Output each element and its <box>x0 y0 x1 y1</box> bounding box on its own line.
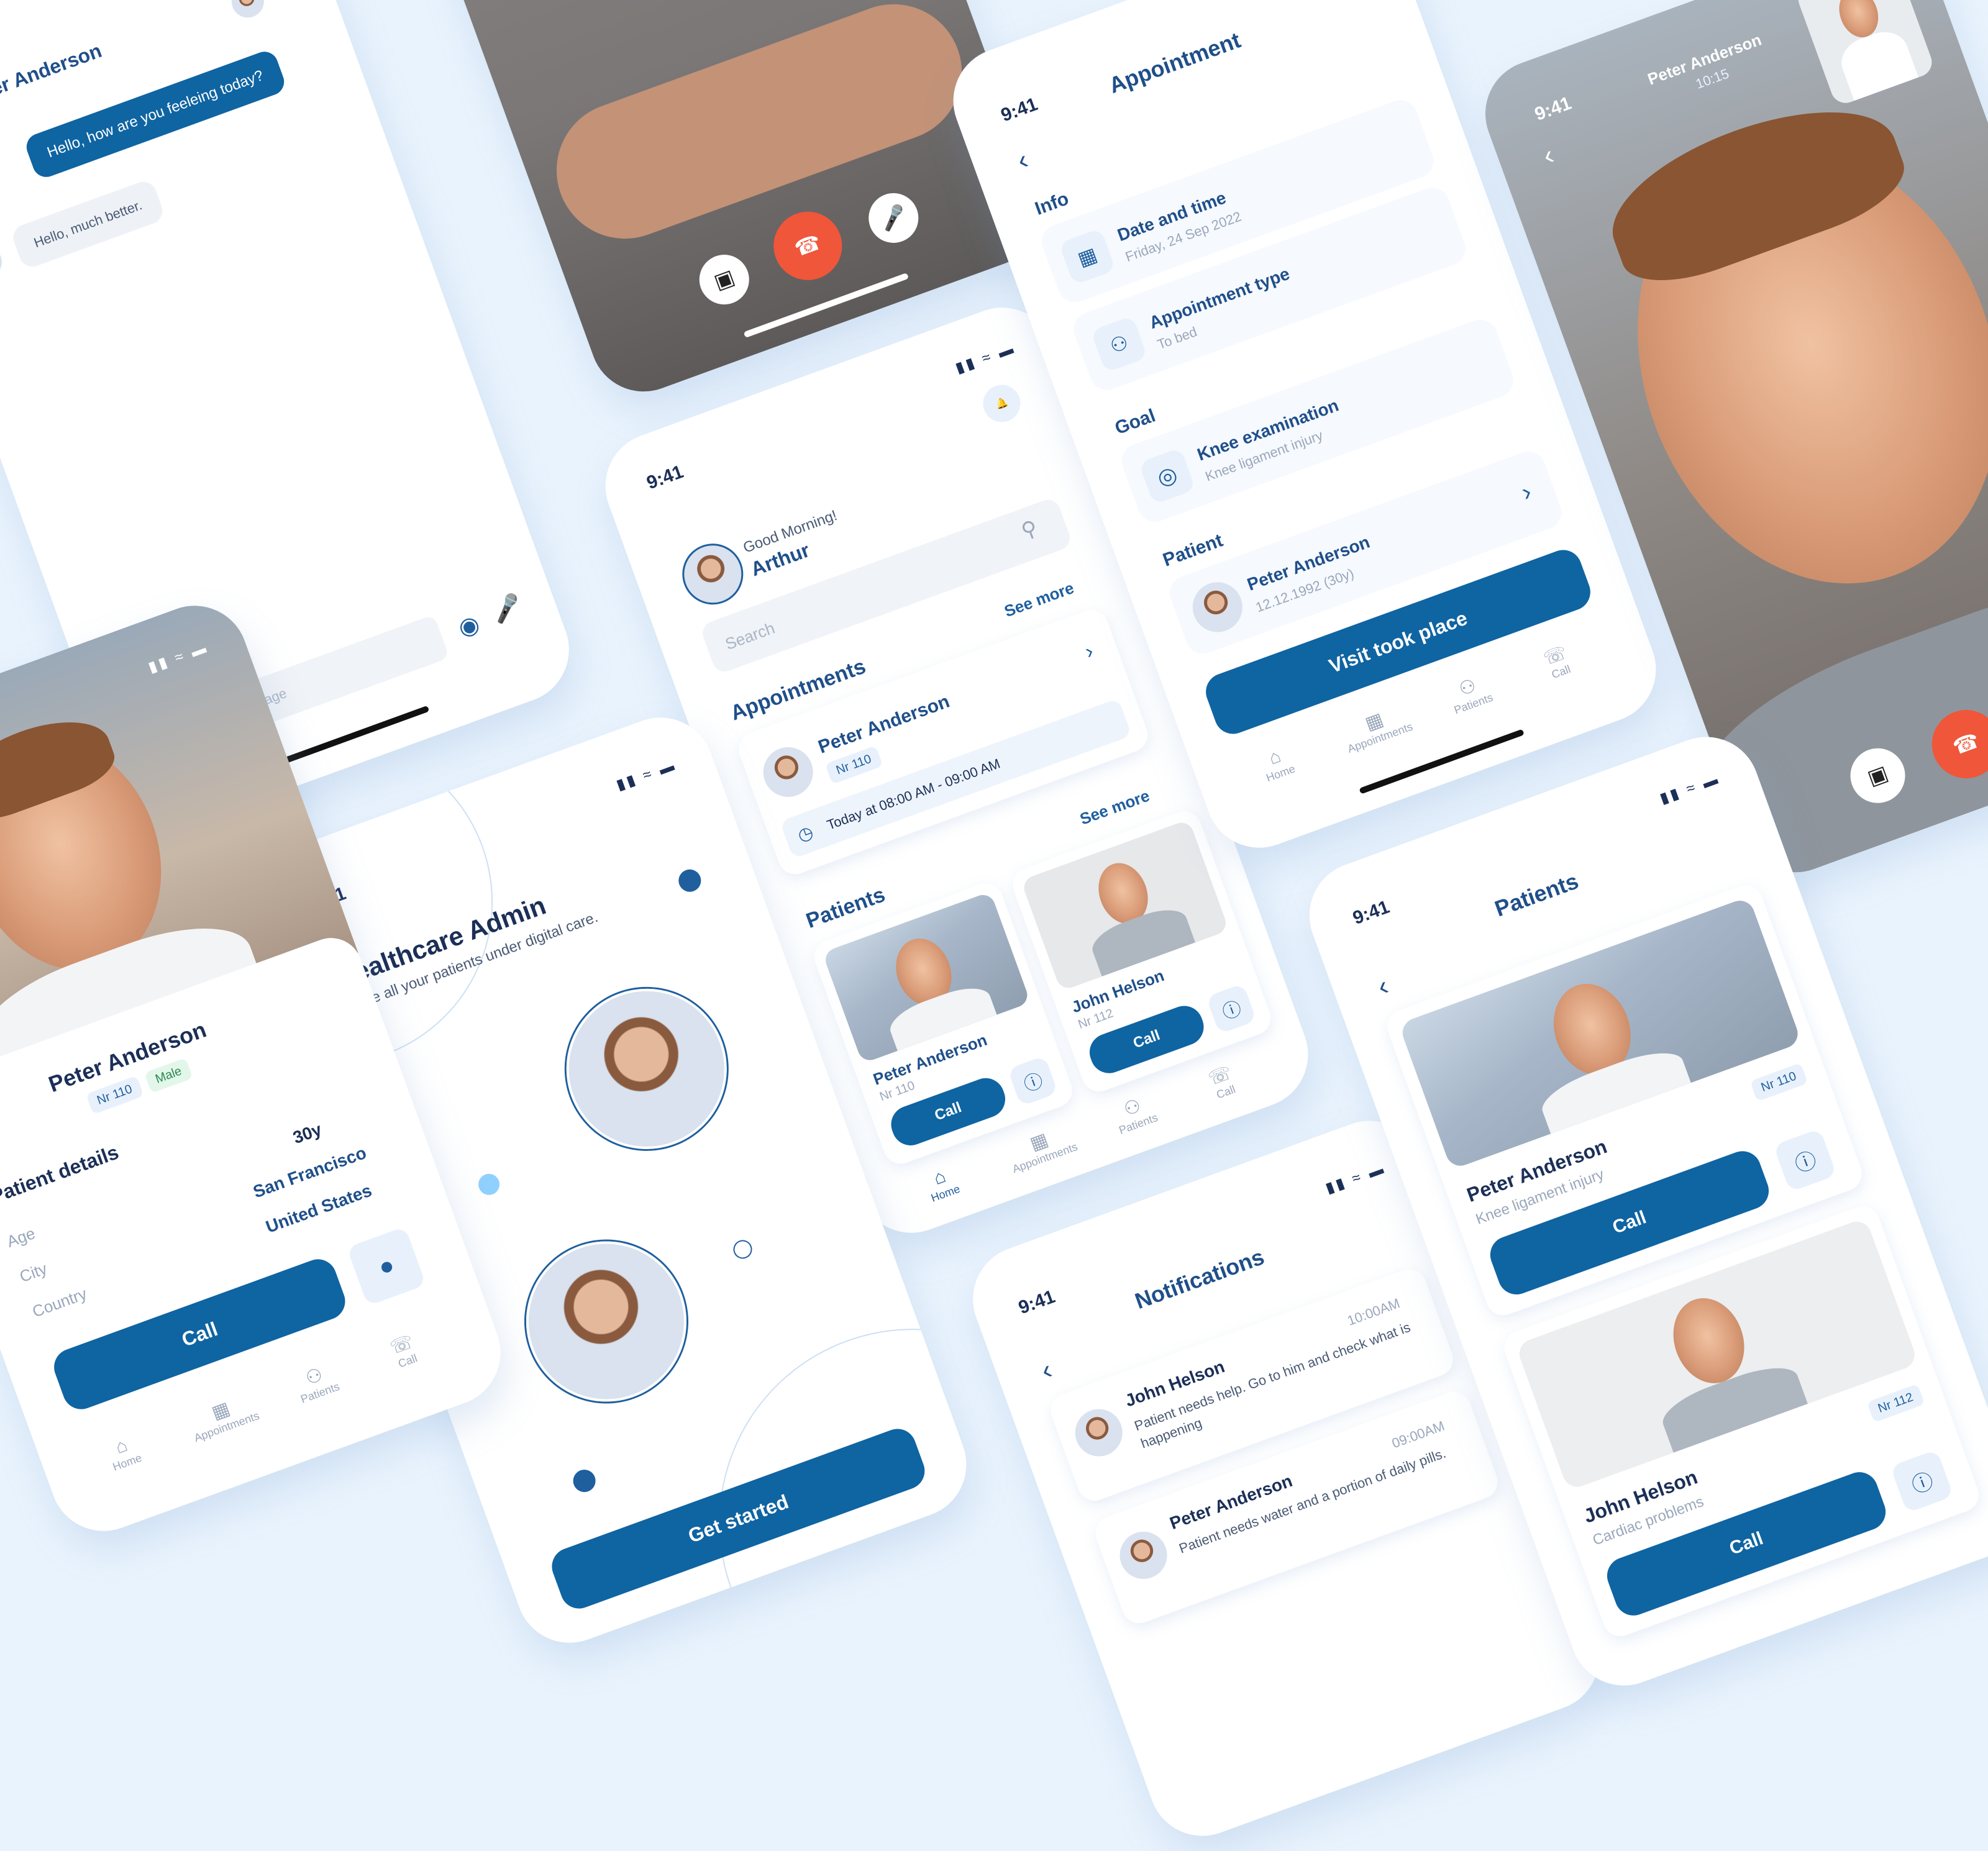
patient-avatar <box>1185 575 1250 639</box>
goal-label: Goal <box>1112 405 1159 439</box>
nav-call[interactable]: ☏ Call <box>1522 635 1592 689</box>
contact-avatar-small <box>0 241 7 283</box>
city-label: City <box>17 1258 50 1286</box>
nav-home[interactable]: ⌂ Home <box>901 1155 983 1212</box>
info-icon[interactable]: ⓘ <box>1890 1449 1954 1514</box>
back-chevron-icon[interactable]: ‹ <box>1374 970 1393 1003</box>
camera-icon[interactable]: ◉ <box>454 609 483 643</box>
nav-call[interactable]: ☏ Call <box>369 1324 439 1378</box>
see-more-patients-link[interactable]: See more <box>1077 786 1152 829</box>
chevron-right-icon: › <box>1518 478 1535 507</box>
call-label: Call <box>1131 1026 1162 1052</box>
decorative-dot <box>675 866 704 895</box>
age-label: Age <box>4 1223 38 1251</box>
info-label: Info <box>1032 188 1072 219</box>
back-chevron-icon[interactable]: ‹ <box>1037 1354 1056 1386</box>
info-icon[interactable]: ⓘ <box>1773 1128 1837 1193</box>
user-avatar <box>673 535 752 614</box>
notification-1-avatar <box>1069 1402 1129 1463</box>
appointment-avatar <box>756 740 820 804</box>
back-chevron-icon[interactable]: ‹ <box>1013 144 1033 176</box>
call-label: Call <box>1610 1207 1649 1239</box>
microphone-icon[interactable]: 🎤 <box>488 591 526 627</box>
call-label: Call <box>178 1317 221 1351</box>
info-icon[interactable]: ⓘ <box>1007 1055 1059 1107</box>
nav-appointments[interactable]: ▦ Appointments <box>170 1383 276 1450</box>
chat-contact-name: Peter Anderson <box>0 39 105 111</box>
status-time: 9:41 <box>1350 896 1392 929</box>
status-time: 9:41 <box>998 94 1041 126</box>
visit-button-label: Visit took place <box>1326 606 1470 677</box>
call-label: Call <box>932 1099 964 1124</box>
status-icons: ▮▮ ≈ ▬ <box>614 756 679 794</box>
see-more-appointments-link[interactable]: See more <box>1001 578 1077 621</box>
appointment-type-title: Appointment type <box>1146 263 1292 333</box>
nav-patients[interactable]: ⚇ Patients <box>1094 1085 1176 1144</box>
mockup-stage: Peter Anderson Hello, how are you feelei… <box>0 0 1988 1851</box>
patient-portrait <box>503 1219 709 1424</box>
status-time: 9:41 <box>644 461 686 494</box>
patient-list-1-nr: Nr 110 <box>1749 1063 1808 1102</box>
status-icons: ▮▮ ≈ ▬ <box>953 339 1018 377</box>
search-placeholder: Search <box>723 618 778 653</box>
country-label: Country <box>29 1284 89 1321</box>
notification-bell-icon[interactable]: 🔔 <box>977 380 1026 428</box>
appointment-title: Appointment <box>1105 27 1244 98</box>
message-incoming: Hello, much better. <box>9 178 166 271</box>
calendar-icon: ▦ <box>1059 228 1116 286</box>
decorative-dot <box>570 1467 599 1496</box>
users-icon: ⚇ <box>1090 315 1148 373</box>
doctor-avatar <box>227 0 269 22</box>
doctor-portrait <box>544 966 750 1172</box>
nav-home[interactable]: ⌂ Home <box>83 1424 165 1481</box>
nav-patients[interactable]: ⚇ Patients <box>1429 665 1511 723</box>
nav-patients[interactable]: ⚇ Patients <box>275 1354 357 1412</box>
patient-list-2-nr: Nr 112 <box>1866 1383 1925 1423</box>
decorative-dot <box>475 1171 503 1198</box>
chat-bubble-icon[interactable]: ● <box>346 1226 427 1306</box>
notifications-title: Notifications <box>1131 1244 1268 1314</box>
target-icon: ◎ <box>1138 447 1196 505</box>
clock-icon: ◷ <box>795 822 816 845</box>
chevron-right-icon: › <box>1082 639 1097 664</box>
search-icon: ⚲ <box>1018 516 1041 543</box>
info-icon[interactable]: ⓘ <box>1205 983 1257 1035</box>
patient-photo-2 <box>1020 819 1229 992</box>
notification-2-avatar <box>1113 1525 1174 1586</box>
call-label: Call <box>1726 1528 1766 1559</box>
status-icons: ▮▮ ≈ ▬ <box>1657 770 1723 807</box>
patients-list-title: Patients <box>1491 868 1582 922</box>
nav-appointments[interactable]: ▦ Appointments <box>1324 694 1429 761</box>
message-outgoing-text: Hello, how are you feeleing today? <box>45 66 266 161</box>
patient-list-photo-1 <box>1398 896 1802 1170</box>
status-icons: ▮▮ ≈ ▬ <box>1323 1160 1388 1197</box>
status-time: 9:41 <box>1016 1286 1058 1319</box>
decorative-dot <box>731 1237 755 1262</box>
profile-gender-badge: Male <box>144 1057 193 1094</box>
age-value: 30y <box>290 1119 324 1148</box>
message-incoming-text: Hello, much better. <box>32 197 144 251</box>
appointment-card[interactable]: Peter Anderson Nr 110 › ◷ Today at 08:00… <box>734 605 1153 880</box>
appointment-patient-name: Peter Anderson <box>815 691 952 758</box>
nav-call[interactable]: ☏ Call <box>1187 1055 1257 1109</box>
nav-home[interactable]: ⌂ Home <box>1236 735 1318 793</box>
patient-details-heading: Patient details <box>0 1140 122 1208</box>
